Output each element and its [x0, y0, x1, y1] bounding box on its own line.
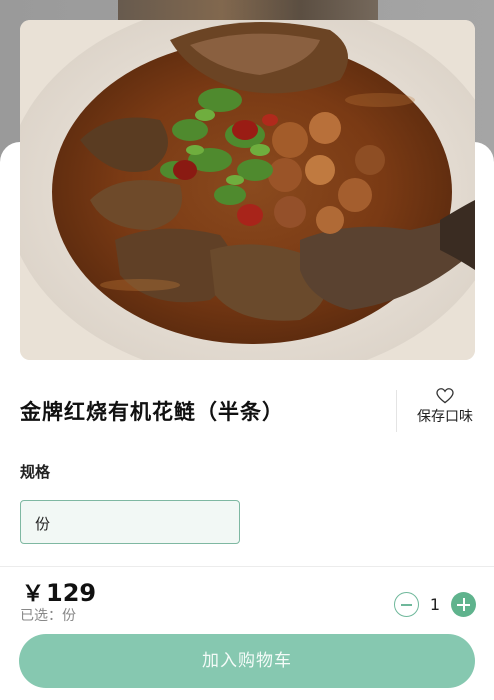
spec-label: 规格: [20, 463, 51, 481]
quantity-value: 1: [429, 595, 441, 614]
dish-photo: [20, 20, 475, 360]
spec-option-label: 份: [35, 515, 51, 533]
spec-option-portion[interactable]: 份: [20, 500, 240, 544]
product-title: 金牌红烧有机花鲢（半条）: [20, 400, 284, 424]
price: ￥129: [22, 576, 96, 608]
background-image: [118, 0, 378, 22]
increase-quantity-button[interactable]: [451, 592, 476, 617]
braised-fish-image: [20, 20, 475, 360]
title-divider: [396, 390, 397, 432]
quantity-stepper: 1: [394, 592, 476, 618]
footer-divider: [0, 566, 494, 567]
add-to-cart-button[interactable]: 加入购物车: [19, 634, 475, 688]
save-flavor-button[interactable]: 保存口味: [410, 388, 480, 434]
save-flavor-label: 保存口味: [417, 409, 473, 425]
price-value: 129: [46, 579, 97, 607]
currency-symbol: ￥: [22, 582, 45, 607]
heart-icon: [436, 388, 454, 404]
product-options-screen: 金牌红烧有机花鲢（半条） 保存口味 规格 份 ￥129 已选：份 1 加入购物车: [0, 0, 494, 700]
selected-summary: 已选：份: [20, 608, 76, 624]
decrease-quantity-button[interactable]: [394, 592, 419, 617]
